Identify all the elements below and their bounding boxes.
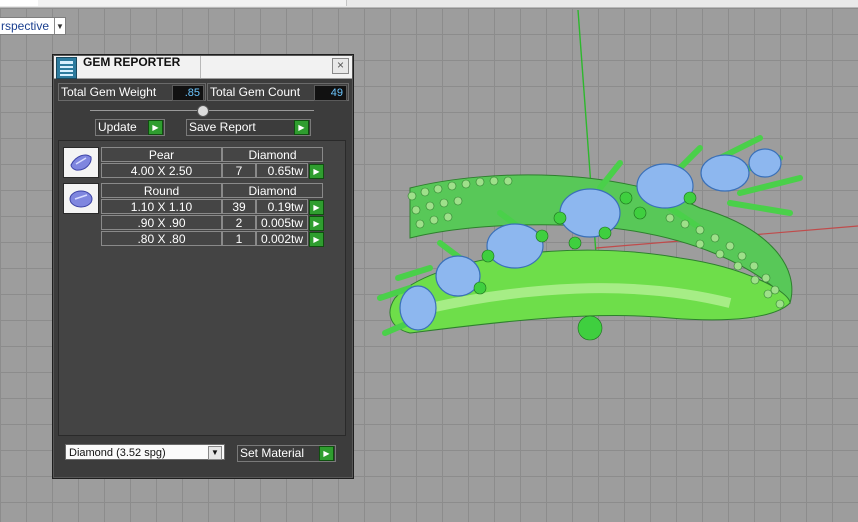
group-shape-pear: Pear <box>101 147 222 162</box>
save-report-button[interactable]: Save Report ▶ <box>186 119 311 136</box>
gem-reporter-app-icon <box>56 57 77 79</box>
row-count: 1 <box>222 231 256 246</box>
select-row-icon[interactable]: ▶ <box>309 232 324 247</box>
viewport-label-text: rspective <box>1 19 50 33</box>
row-weight: 0.19tw <box>256 199 308 214</box>
ring-model <box>377 135 803 341</box>
row-size: 1.10 X 1.10 <box>101 199 222 214</box>
play-icon: ▶ <box>319 446 334 461</box>
total-gem-count-value: 49 <box>314 85 347 101</box>
total-gem-weight: Total Gem Weight .85 <box>58 83 206 101</box>
select-row-icon[interactable]: ▶ <box>309 200 324 215</box>
panel-title: GEM REPORTER <box>83 55 181 69</box>
top-tab-strip <box>0 0 858 8</box>
set-material-button[interactable]: Set Material ▶ <box>237 445 336 462</box>
tab[interactable] <box>234 0 319 6</box>
tab[interactable] <box>318 0 347 6</box>
select-row-icon[interactable]: ▶ <box>309 164 324 179</box>
viewport-label[interactable]: rspective ▼ <box>0 17 66 35</box>
pear-gem-thumbnail <box>63 147 99 178</box>
row-count: 39 <box>222 199 256 214</box>
material-select-value: Diamond (3.52 spg) <box>69 447 166 459</box>
gem-list: Pear Diamond 4.00 X 2.50 7 0.65tw ▶ Roun… <box>58 140 346 436</box>
close-icon[interactable]: × <box>332 58 349 74</box>
chevron-down-icon[interactable]: ▼ <box>54 18 65 34</box>
total-gem-weight-label: Total Gem Weight <box>61 85 157 99</box>
row-weight: 0.65tw <box>256 163 308 178</box>
total-gem-count-label: Total Gem Count <box>210 85 301 99</box>
tab[interactable] <box>0 0 39 6</box>
play-icon: ▶ <box>294 120 309 135</box>
tab[interactable] <box>38 0 155 6</box>
material-select[interactable]: Diamond (3.52 spg) ▼ <box>65 444 225 460</box>
row-size: .80 X .80 <box>101 231 222 246</box>
title-divider <box>200 56 201 78</box>
tab[interactable] <box>154 0 235 6</box>
slider-handle[interactable] <box>197 105 209 117</box>
row-count: 7 <box>222 163 256 178</box>
total-gem-count: Total Gem Count 49 <box>207 83 349 101</box>
round-gem-thumbnail <box>63 183 99 214</box>
update-button-label: Update <box>98 120 137 134</box>
play-icon: ▶ <box>148 120 163 135</box>
panel-titlebar[interactable]: GEM REPORTER × <box>54 56 352 79</box>
row-weight: 0.005tw <box>256 215 308 230</box>
group-material-diamond: Diamond <box>222 147 323 162</box>
row-size: 4.00 X 2.50 <box>101 163 222 178</box>
group-shape-round: Round <box>101 183 222 198</box>
update-button[interactable]: Update ▶ <box>95 119 165 136</box>
set-material-button-label: Set Material <box>240 446 305 460</box>
row-size: .90 X .90 <box>101 215 222 230</box>
gem-reporter-panel: GEM REPORTER × Total Gem Weight .85 Tota… <box>52 54 354 479</box>
row-weight: 0.002tw <box>256 231 308 246</box>
total-gem-weight-value: .85 <box>172 85 204 101</box>
row-count: 2 <box>222 215 256 230</box>
save-report-button-label: Save Report <box>189 120 256 134</box>
chevron-down-icon[interactable]: ▼ <box>208 446 222 460</box>
select-row-icon[interactable]: ▶ <box>309 216 324 231</box>
group-material-diamond: Diamond <box>222 183 323 198</box>
